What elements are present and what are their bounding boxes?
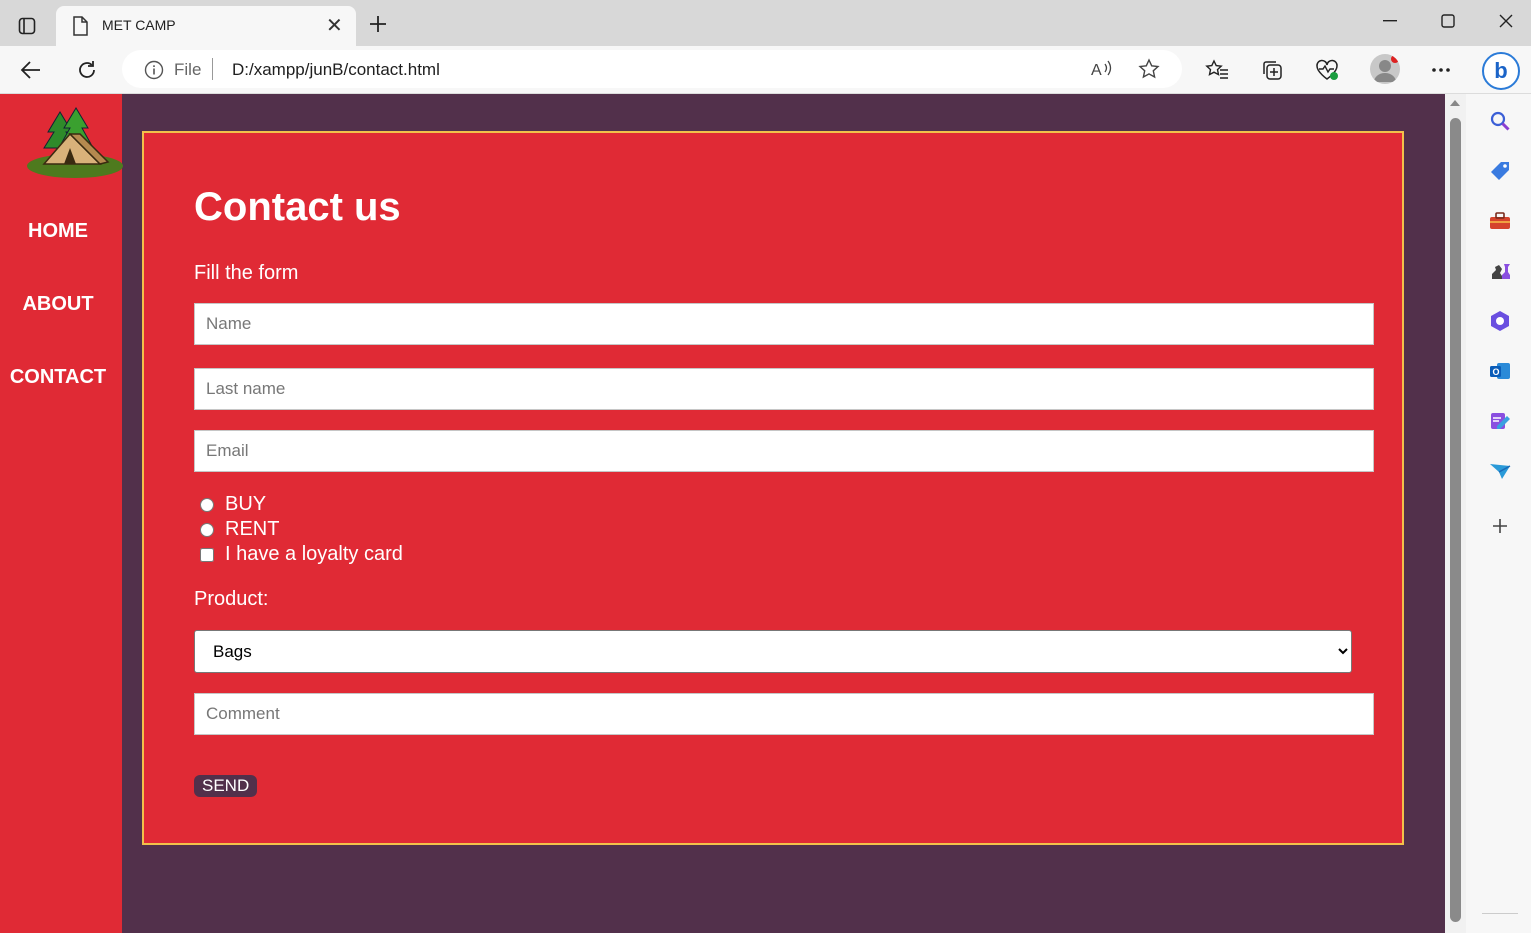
tab-actions-icon[interactable] <box>10 11 44 41</box>
loyalty-option[interactable]: I have a loyalty card <box>200 543 403 566</box>
favorites-icon[interactable] <box>1202 56 1232 84</box>
shopping-tag-icon[interactable] <box>1486 157 1514 185</box>
games-icon[interactable] <box>1486 257 1514 285</box>
last-name-input[interactable] <box>194 368 1374 410</box>
side-navigation: HOME ABOUT CONTACT <box>0 94 124 933</box>
product-label: Product: <box>194 588 269 610</box>
microsoft-365-icon[interactable] <box>1486 307 1514 335</box>
send-icon[interactable] <box>1486 457 1514 485</box>
svg-text:O: O <box>1493 367 1500 377</box>
send-button[interactable]: SEND <box>194 775 258 797</box>
loyalty-checkbox[interactable] <box>200 547 214 562</box>
outlook-icon[interactable]: O <box>1486 357 1514 385</box>
designer-icon[interactable] <box>1486 407 1514 435</box>
browser-toolbar: File D:/xampp/junB/contact.html A b <box>0 46 1531 94</box>
search-icon[interactable] <box>1486 107 1514 135</box>
name-input[interactable] <box>194 303 1374 345</box>
tab-title: MET CAMP <box>102 17 176 33</box>
contact-form-card: Contact us Fill the form BUY RENT I have… <box>142 131 1404 845</box>
browser-tab-bar: MET CAMP ✕ <box>0 0 1531 46</box>
notification-dot <box>1391 55 1399 63</box>
form-subtitle: Fill the form <box>194 262 299 284</box>
back-icon[interactable] <box>16 56 46 84</box>
rent-radio[interactable] <box>200 522 214 537</box>
page-icon <box>72 16 88 41</box>
page-viewport: HOME ABOUT CONTACT Contact us Fill the f… <box>0 94 1445 933</box>
email-input[interactable] <box>194 430 1374 472</box>
add-icon[interactable] <box>1486 512 1514 540</box>
comment-input[interactable] <box>194 693 1374 735</box>
close-tab-icon[interactable]: ✕ <box>326 16 343 36</box>
minimize-icon[interactable] <box>1370 8 1410 34</box>
read-aloud-icon[interactable]: A <box>1090 58 1114 85</box>
address-bar[interactable]: File D:/xampp/junB/contact.html A <box>122 50 1182 88</box>
maximize-icon[interactable] <box>1428 8 1468 34</box>
scroll-up-icon[interactable] <box>1450 100 1460 106</box>
add-favorite-icon[interactable] <box>1138 58 1160 85</box>
tools-icon[interactable] <box>1486 207 1514 235</box>
buy-label: BUY <box>225 493 267 515</box>
buy-radio[interactable] <box>200 497 214 512</box>
rent-label: RENT <box>225 518 280 540</box>
scrollbar-thumb[interactable] <box>1450 118 1461 922</box>
browser-essentials-icon[interactable] <box>1312 56 1342 84</box>
rent-option[interactable]: RENT <box>200 518 279 541</box>
page-title: Contact us <box>194 185 401 229</box>
profile-avatar[interactable] <box>1370 54 1400 84</box>
address-separator <box>212 58 213 80</box>
close-window-icon[interactable] <box>1486 8 1526 34</box>
info-icon[interactable] <box>144 60 164 85</box>
page-scrollbar[interactable] <box>1445 94 1466 933</box>
camp-logo[interactable] <box>26 106 124 183</box>
nav-contact-link[interactable]: CONTACT <box>0 366 116 389</box>
nav-home-link[interactable]: HOME <box>0 220 116 243</box>
collections-icon[interactable] <box>1257 56 1287 84</box>
browser-tab[interactable]: MET CAMP ✕ <box>56 6 356 46</box>
svg-text:A: A <box>1091 62 1102 79</box>
buy-option[interactable]: BUY <box>200 493 266 516</box>
nav-about-link[interactable]: ABOUT <box>0 293 116 316</box>
product-select[interactable]: Bags <box>194 630 1352 673</box>
loyalty-label: I have a loyalty card <box>225 543 403 565</box>
more-options-icon[interactable] <box>1426 56 1456 84</box>
refresh-icon[interactable] <box>72 56 102 84</box>
bing-copilot-icon[interactable]: b <box>1482 52 1520 90</box>
new-tab-icon[interactable] <box>364 10 392 38</box>
address-scheme: File <box>174 60 202 79</box>
sidebar-divider <box>1482 913 1518 914</box>
url-text[interactable]: D:/xampp/junB/contact.html <box>232 60 440 80</box>
